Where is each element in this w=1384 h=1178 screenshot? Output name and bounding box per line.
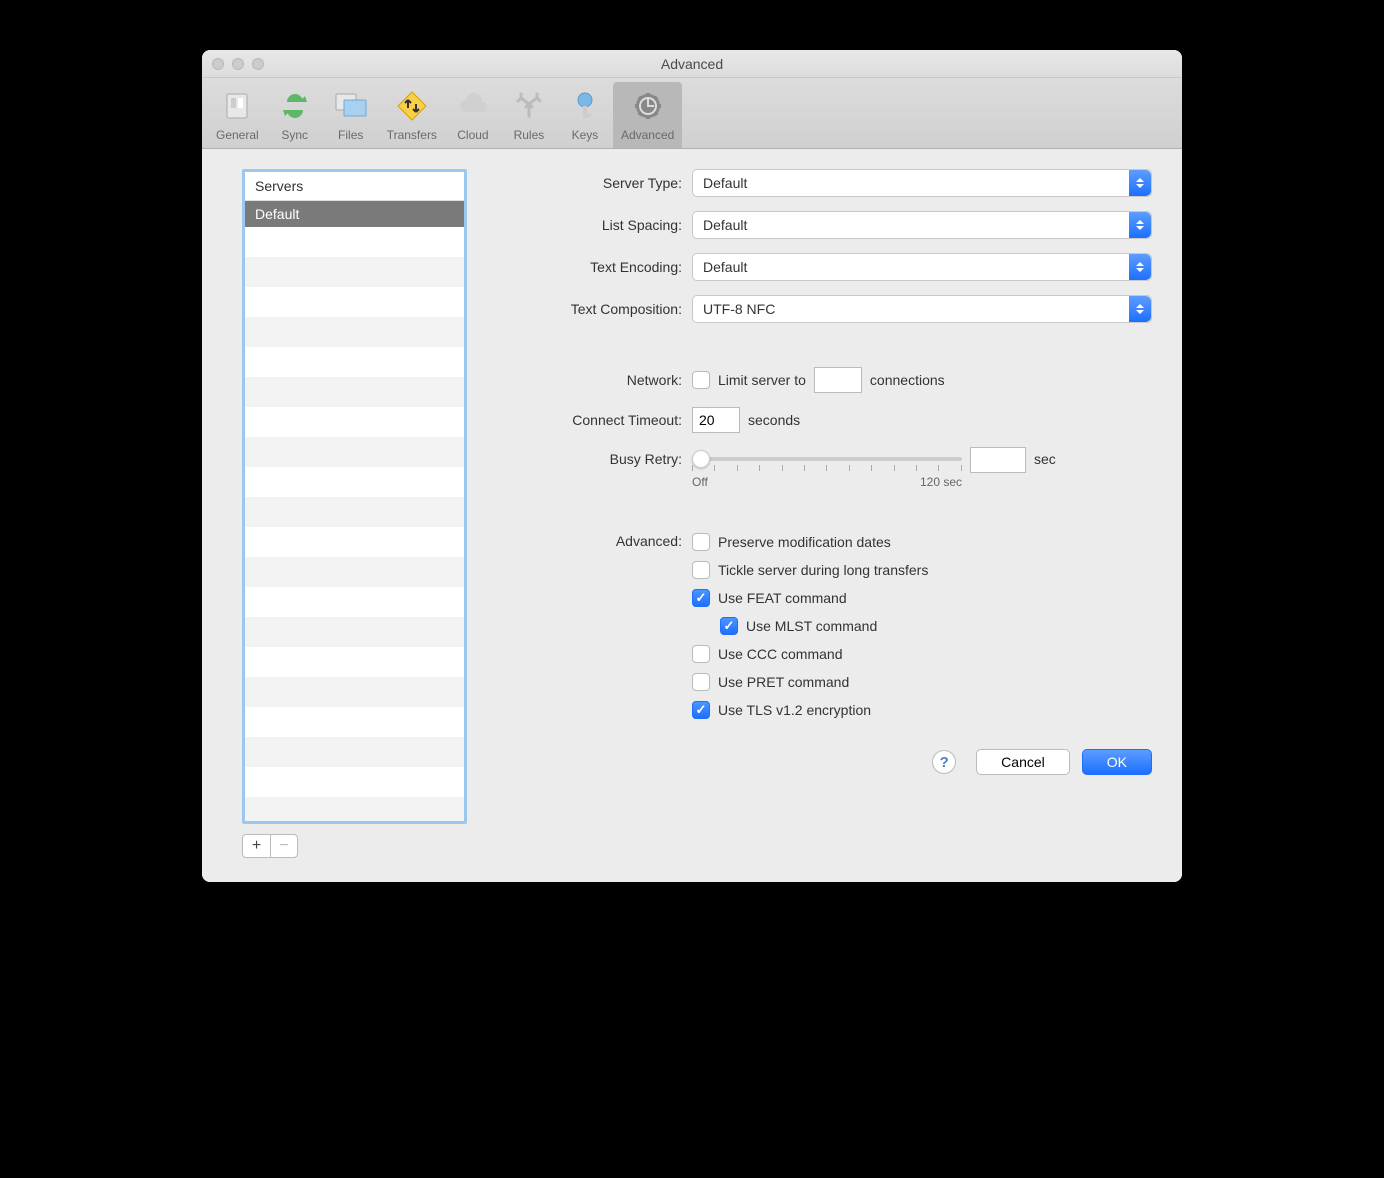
tab-general[interactable]: General — [208, 82, 267, 148]
ccc-command-label: Use CCC command — [718, 646, 842, 662]
advanced-options: Preserve modification dates Tickle serve… — [692, 533, 928, 719]
text-composition-select[interactable]: UTF-8 NFC — [692, 295, 1152, 323]
connect-timeout-input[interactable] — [692, 407, 740, 433]
server-item-default[interactable]: Default — [245, 201, 464, 227]
slider-max-label: 120 sec — [920, 475, 962, 489]
preserve-dates-checkbox[interactable] — [692, 533, 710, 551]
feat-command-label: Use FEAT command — [718, 590, 847, 606]
titlebar: Advanced — [202, 50, 1182, 78]
ok-button[interactable]: OK — [1082, 749, 1152, 775]
busy-retry-unit: sec — [1034, 447, 1056, 467]
sidebar: Servers Default + − — [242, 169, 467, 858]
content-area: Servers Default + − Server Type: — [202, 149, 1182, 882]
connections-input[interactable] — [814, 367, 862, 393]
server-list[interactable]: Servers Default — [242, 169, 467, 824]
toolbar: General Sync Files Transfers Cloud — [202, 78, 1182, 149]
advanced-label: Advanced: — [497, 533, 692, 549]
zoom-window-button[interactable] — [252, 58, 264, 70]
limit-connections-checkbox[interactable] — [692, 371, 710, 389]
tab-sync[interactable]: Sync — [267, 82, 323, 148]
tls-encryption-label: Use TLS v1.2 encryption — [718, 702, 871, 718]
cloud-icon — [453, 86, 493, 126]
busy-retry-input[interactable] — [970, 447, 1026, 473]
files-icon — [331, 86, 371, 126]
pret-command-checkbox[interactable] — [692, 673, 710, 691]
tickle-server-checkbox[interactable] — [692, 561, 710, 579]
preferences-window: Advanced General Sync Files Transfers — [202, 50, 1182, 882]
add-server-button[interactable]: + — [242, 834, 270, 858]
pret-command-label: Use PRET command — [718, 674, 849, 690]
server-type-label: Server Type: — [497, 175, 692, 191]
tab-advanced[interactable]: Advanced — [613, 82, 682, 148]
feat-command-checkbox[interactable] — [692, 589, 710, 607]
minimize-window-button[interactable] — [232, 58, 244, 70]
window-title: Advanced — [661, 56, 723, 72]
tab-rules[interactable]: Rules — [501, 82, 557, 148]
sync-icon — [275, 86, 315, 126]
cancel-button[interactable]: Cancel — [976, 749, 1070, 775]
form: Server Type: Default List Spacing: Defau… — [497, 169, 1152, 858]
limit-connections-prefix: Limit server to — [718, 372, 806, 388]
mlst-command-checkbox[interactable] — [720, 617, 738, 635]
busy-retry-slider[interactable]: Off 120 sec — [692, 447, 962, 489]
text-encoding-label: Text Encoding: — [497, 259, 692, 275]
gear-icon — [628, 86, 668, 126]
text-composition-label: Text Composition: — [497, 301, 692, 317]
tab-cloud[interactable]: Cloud — [445, 82, 501, 148]
help-button[interactable]: ? — [932, 750, 956, 774]
tickle-server-label: Tickle server during long transfers — [718, 562, 928, 578]
close-window-button[interactable] — [212, 58, 224, 70]
tls-encryption-checkbox[interactable] — [692, 701, 710, 719]
slider-thumb[interactable] — [692, 450, 710, 468]
remove-server-button[interactable]: − — [270, 834, 298, 858]
server-list-header: Servers — [245, 172, 464, 201]
ccc-command-checkbox[interactable] — [692, 645, 710, 663]
text-encoding-select[interactable]: Default — [692, 253, 1152, 281]
limit-connections-suffix: connections — [870, 372, 945, 388]
general-icon — [217, 86, 257, 126]
mlst-command-label: Use MLST command — [746, 618, 877, 634]
list-spacing-label: List Spacing: — [497, 217, 692, 233]
network-label: Network: — [497, 372, 692, 388]
tab-keys[interactable]: Keys — [557, 82, 613, 148]
slider-min-label: Off — [692, 475, 708, 489]
list-spacing-select[interactable]: Default — [692, 211, 1152, 239]
chevron-updown-icon — [1129, 254, 1151, 280]
transfers-icon — [392, 86, 432, 126]
connect-timeout-label: Connect Timeout: — [497, 412, 692, 428]
tab-files[interactable]: Files — [323, 82, 379, 148]
chevron-updown-icon — [1129, 212, 1151, 238]
rules-icon — [509, 86, 549, 126]
server-type-select[interactable]: Default — [692, 169, 1152, 197]
chevron-updown-icon — [1129, 296, 1151, 322]
preserve-dates-label: Preserve modification dates — [718, 534, 891, 550]
keys-icon — [565, 86, 605, 126]
chevron-updown-icon — [1129, 170, 1151, 196]
tab-transfers[interactable]: Transfers — [379, 82, 445, 148]
connect-timeout-unit: seconds — [748, 412, 800, 428]
busy-retry-label: Busy Retry: — [497, 447, 692, 467]
